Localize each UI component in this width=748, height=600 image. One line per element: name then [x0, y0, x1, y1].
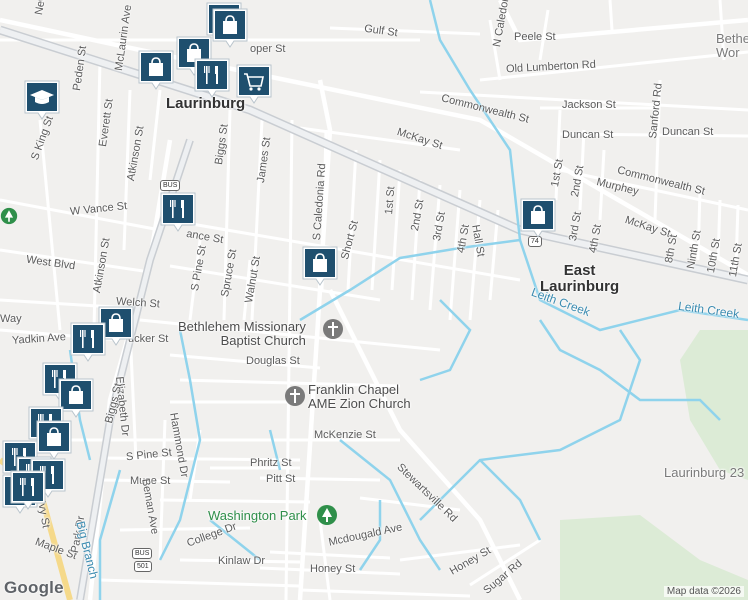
- shopping-bag-icon: [138, 50, 174, 90]
- church-icon[interactable]: [284, 385, 306, 407]
- shopping-bag-icon: [36, 420, 72, 460]
- street-peele: Peele St: [514, 31, 556, 43]
- street-duncan-e: Duncan St: [662, 126, 714, 138]
- street-douglas: Douglas St: [246, 355, 300, 367]
- street-honey-w: Honey St: [310, 563, 356, 575]
- poi-pin-shopping[interactable]: [302, 246, 338, 286]
- map-canvas[interactable]: Laurinburg East Laurinburg Laurinburg 23…: [0, 0, 748, 600]
- street-tucker: ucker St: [128, 333, 169, 345]
- label-bethel-fragment: Bethe Wor: [716, 31, 748, 60]
- street-cooper: oper St: [250, 43, 286, 55]
- graduation-cap-icon: [24, 80, 60, 120]
- fork-knife-icon: [10, 470, 46, 510]
- map-attribution[interactable]: Map data ©2026: [663, 586, 744, 597]
- shopping-bag-icon: [302, 246, 338, 286]
- fork-knife-icon: [160, 192, 196, 232]
- poi-pin-grocery[interactable]: [236, 64, 272, 104]
- street-jackson: Jackson St: [562, 99, 616, 111]
- street-pitt: Pitt St: [266, 473, 296, 485]
- shield-us-501: 501: [134, 561, 152, 572]
- shopping-bag-icon: [520, 198, 556, 238]
- shield-bus-north: BUS: [160, 180, 181, 191]
- poi-pin-restaurant[interactable]: [70, 322, 106, 362]
- poi-pin-restaurant[interactable]: [160, 192, 196, 232]
- waterways: [68, 0, 748, 600]
- poi-pin-shopping[interactable]: [36, 420, 72, 460]
- park-icon[interactable]: [316, 504, 338, 526]
- fork-knife-icon: [194, 58, 230, 98]
- label-bethlehem-church[interactable]: Bethlehem Missionary Baptist Church: [178, 320, 306, 348]
- label-laurinburg-23: Laurinburg 23: [664, 465, 745, 480]
- label-washington-park[interactable]: Washington Park: [208, 509, 307, 522]
- park-area-east: [680, 330, 748, 480]
- label-east-laurinburg: East Laurinburg: [540, 262, 620, 295]
- poi-pin-restaurant[interactable]: [10, 470, 46, 510]
- street-phritz: Phritz St: [250, 457, 292, 469]
- minor-roads: [0, 0, 748, 600]
- street-mckenzie: McKenzie St: [314, 429, 376, 441]
- park-icon[interactable]: [0, 206, 18, 226]
- street-way: Way: [0, 313, 22, 325]
- poi-pin-restaurant[interactable]: [194, 58, 230, 98]
- fork-knife-icon: [70, 322, 106, 362]
- map-base-layer: [0, 0, 748, 600]
- shopping-bag-icon: [212, 8, 248, 48]
- street-duncan-w: Duncan St: [562, 129, 614, 141]
- poi-pin-shopping[interactable]: [212, 8, 248, 48]
- poi-pin-education[interactable]: [24, 80, 60, 120]
- poi-pin-shopping[interactable]: [138, 50, 174, 90]
- shield-bus-south: BUS: [132, 548, 153, 559]
- church-icon[interactable]: [322, 318, 344, 340]
- street-kinlaw: Kinlaw Dr: [218, 555, 266, 567]
- poi-pin-shopping[interactable]: [520, 198, 556, 238]
- shopping-cart-icon: [236, 64, 272, 104]
- label-franklin-chapel[interactable]: Franklin Chapel AME Zion Church: [308, 383, 411, 411]
- google-logo[interactable]: Google: [4, 578, 64, 598]
- label-laurinburg: Laurinburg: [166, 95, 246, 112]
